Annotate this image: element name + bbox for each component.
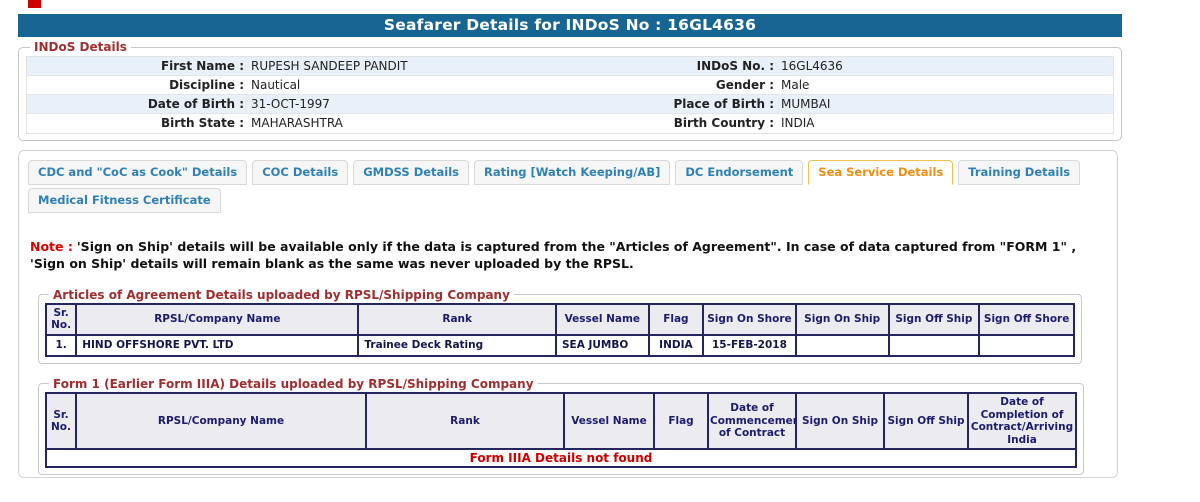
cell: INDIA (647, 333, 705, 357)
field-label: Place of Birth : (673, 97, 774, 111)
page-title: Seafarer Details for INDoS No : 16GL4636 (383, 16, 757, 34)
indos-details-row: Date of Birth : 31-OCT-1997 Place of Birth… (27, 95, 1113, 114)
tab-bar: CDC and "CoC as Cook" Details COC Details… (28, 160, 1090, 213)
column-header: Date of Commencement of Contract (707, 391, 797, 451)
indos-details-row: First Name : RUPESH SANDEEP PANDIT INDoS N… (27, 57, 1113, 76)
column-header: Vessel Name (563, 391, 655, 451)
tab-training-details[interactable]: Training Details (958, 160, 1081, 185)
cell: SEA JUMBO (554, 333, 650, 357)
indos-details-section: INDoS Details First Name : RUPESH SANDEEP… (18, 40, 1122, 141)
field-label: INDoS No. : (696, 59, 774, 73)
note-text: Note : 'Sign on Ship' details will be ava… (30, 239, 1092, 273)
articles-of-agreement-legend: Articles of Agreement Details uploaded b… (53, 287, 510, 302)
tab-coc-details[interactable]: COC Details (252, 160, 349, 185)
note-label: Note : (30, 239, 73, 254)
column-header: Flag (653, 391, 709, 451)
form1-details-table: Sr. No. RPSL/Company Name Rank Vessel Name F… (45, 391, 1077, 469)
articles-of-agreement-section: Articles of Agreement Details uploaded b… (38, 287, 1082, 364)
column-header: Date of Completion of Contract/Arriving … (967, 391, 1077, 451)
cell: 1. (44, 333, 78, 357)
table-header-row: Sr. No. RPSL/Company Name Rank Vessel Name F… (45, 391, 1077, 451)
cell (978, 333, 1075, 357)
column-header: RPSL/Company Name (75, 302, 360, 336)
cell (887, 333, 981, 357)
articles-of-agreement-table: Sr. No. RPSL/Company Name Rank Vessel Name F… (44, 302, 1075, 357)
column-header: Sr. No. (44, 302, 78, 336)
column-header: Sign On Shore (702, 302, 797, 336)
tab-dc-endorsement[interactable]: DC Endorsement (675, 160, 804, 185)
column-header: Sign Off Shore (978, 302, 1075, 336)
tabs-content-panel: CDC and "CoC as Cook" Details COC Details… (18, 150, 1118, 478)
table-header-row: Sr. No. RPSL/Company Name Rank Vessel Name F… (44, 302, 1075, 336)
indos-details-rows: First Name : RUPESH SANDEEP PANDIT INDoS N… (26, 56, 1114, 134)
page-title-bar: Seafarer Details for INDoS No : 16GL4636 (18, 14, 1122, 37)
column-header: Sr. No. (45, 391, 77, 451)
column-header: Sign On Ship (794, 302, 890, 336)
column-header: Sign On Ship (795, 391, 885, 451)
cell (794, 333, 890, 357)
field-value: 31-OCT-1997 (251, 97, 330, 111)
tab-sea-service-details[interactable]: Sea Service Details (808, 160, 954, 185)
cell: Trainee Deck Rating (357, 333, 557, 357)
field-value: Nautical (251, 78, 301, 92)
field-label: First Name : (160, 59, 244, 73)
column-header: Rank (357, 302, 557, 336)
field-value: MAHARASHTRA (251, 116, 343, 130)
field-value: Male (781, 78, 810, 92)
table-row: 1. HIND OFFSHORE PVT. LTD Trainee Deck Rat… (44, 333, 1075, 357)
field-value: 16GL4636 (781, 59, 843, 73)
form1-details-legend: Form 1 (Earlier Form IIIA) Details uploa… (53, 376, 534, 391)
form1-details-section: Form 1 (Earlier Form IIIA) Details uploa… (38, 376, 1084, 476)
column-header: Rank (365, 391, 565, 451)
tab-medical-fitness-certificate[interactable]: Medical Fitness Certificate (28, 188, 221, 213)
seafarer-details-page: Seafarer Details for INDoS No : 16GL4636… (0, 0, 1200, 502)
note-body: 'Sign on Ship' details will be available… (30, 239, 1077, 271)
cell: 15-FEB-2018 (702, 333, 797, 357)
column-header: Flag (647, 302, 705, 336)
tab-cdc-and-coc-as-cook-details[interactable]: CDC and "CoC as Cook" Details (28, 160, 248, 185)
field-label: Birth Country : (673, 116, 774, 130)
field-label: Discipline : (169, 78, 244, 92)
column-header: RPSL/Company Name (75, 391, 367, 451)
field-label: Gender : (715, 78, 774, 92)
indos-details-row: Birth State : MAHARASHTRA Birth Country : I… (27, 114, 1113, 133)
column-header: Sign Off Ship (883, 391, 969, 451)
field-value: INDIA (781, 116, 815, 130)
field-label: Birth State : (161, 116, 244, 130)
column-header: Sign Off Ship (887, 302, 981, 336)
top-left-red-mark (28, 0, 41, 8)
empty-message: Form IIIA Details not found (45, 448, 1077, 469)
tab-gmdss-details[interactable]: GMDSS Details (353, 160, 470, 185)
tab-rating-watch-keeping-ab[interactable]: Rating [Watch Keeping/AB] (474, 160, 671, 185)
field-label: Date of Birth : (147, 97, 244, 111)
field-value: RUPESH SANDEEP PANDIT (251, 59, 408, 73)
field-value: MUMBAI (781, 97, 831, 111)
indos-details-legend: INDoS Details (34, 40, 127, 54)
cell: HIND OFFSHORE PVT. LTD (75, 333, 360, 357)
column-header: Vessel Name (554, 302, 650, 336)
indos-details-row: Discipline : Nautical Gender : Male (27, 76, 1113, 95)
table-empty-row: Form IIIA Details not found (45, 448, 1077, 469)
